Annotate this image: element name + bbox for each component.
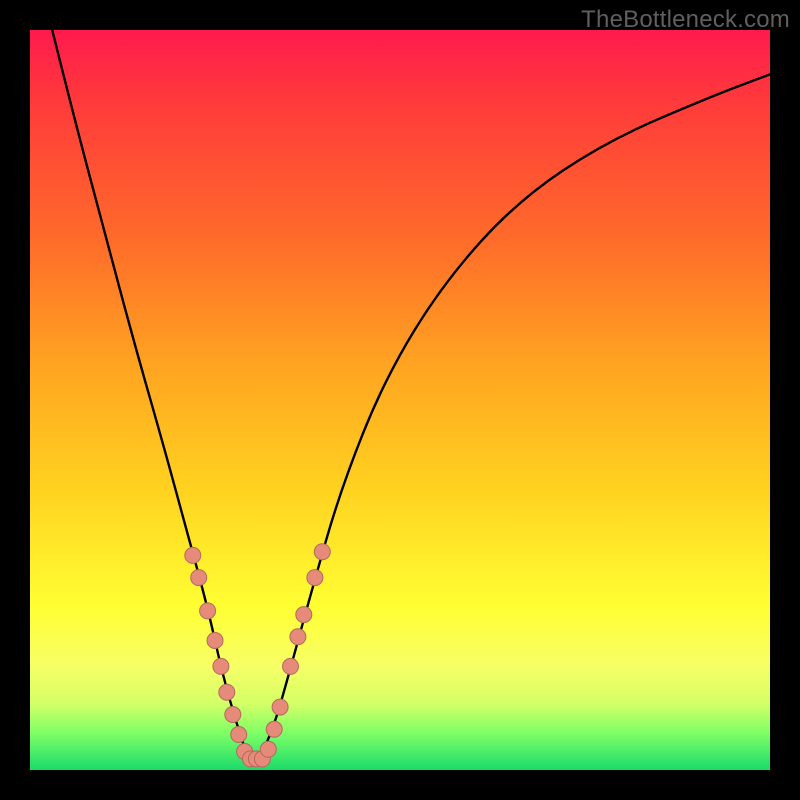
- curve-marker: [296, 607, 312, 623]
- bottleneck-curve-path: [52, 30, 770, 759]
- curve-marker: [191, 570, 207, 586]
- curve-marker: [200, 603, 216, 619]
- curve-markers: [185, 544, 330, 767]
- curve-marker: [207, 633, 223, 649]
- outer-frame: TheBottleneck.com: [0, 0, 800, 800]
- bottleneck-chart: [30, 30, 770, 770]
- curve-marker: [225, 707, 241, 723]
- curve-marker: [213, 658, 229, 674]
- curve-marker: [307, 570, 323, 586]
- curve-marker: [185, 547, 201, 563]
- curve-marker: [231, 727, 247, 743]
- curve-marker: [314, 544, 330, 560]
- curve-marker: [219, 684, 235, 700]
- curve-marker: [266, 721, 282, 737]
- curve-marker: [283, 658, 299, 674]
- curve-marker: [290, 629, 306, 645]
- plot-area: [30, 30, 770, 770]
- curve-marker: [260, 741, 276, 757]
- curve-marker: [272, 699, 288, 715]
